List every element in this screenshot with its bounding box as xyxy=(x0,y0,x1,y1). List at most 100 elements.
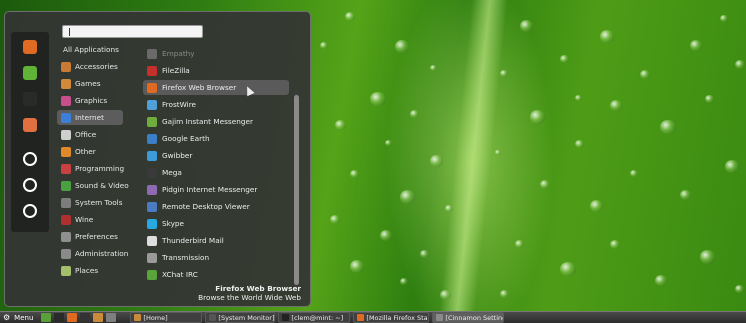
software-manager-icon[interactable] xyxy=(23,66,37,80)
water-drop xyxy=(575,95,582,102)
show-desktop-icon[interactable] xyxy=(41,313,52,322)
app-firefox-web-browser[interactable]: Firefox Web Browser xyxy=(143,80,289,95)
gear-icon: ⚙ xyxy=(3,313,11,322)
category-label: System Tools xyxy=(75,198,123,207)
apps-scrollbar-thumb[interactable] xyxy=(294,95,299,285)
other-icon xyxy=(61,146,71,157)
water-drop xyxy=(575,140,584,149)
games-icon xyxy=(61,78,71,89)
category-label: All Applications xyxy=(63,45,119,54)
category-all-applications[interactable]: All Applications xyxy=(57,42,123,57)
programming-icon xyxy=(61,163,71,174)
app-label: Transmission xyxy=(162,253,210,262)
app-transmission[interactable]: Transmission xyxy=(143,250,289,265)
taskbar-window-label: [clem@mint: ~] xyxy=(291,313,344,322)
water-drop xyxy=(660,120,676,135)
category-graphics[interactable]: Graphics xyxy=(57,93,123,108)
app-label: Pidgin Internet Messenger xyxy=(162,185,258,194)
sound-video-icon xyxy=(61,180,71,191)
app-empathy[interactable]: Empathy xyxy=(143,46,289,61)
terminal-icon[interactable] xyxy=(80,313,91,322)
app-gwibber[interactable]: Gwibber xyxy=(143,148,289,163)
category-label: Office xyxy=(75,130,97,139)
firefox-icon[interactable] xyxy=(23,40,37,54)
text-editor-icon[interactable] xyxy=(106,313,117,322)
shutdown-icon[interactable] xyxy=(23,204,37,218)
category-label: Accessories xyxy=(75,62,118,71)
water-drop xyxy=(590,200,603,212)
preferences-icon xyxy=(61,231,71,242)
taskbar-window[interactable]: [Mozilla Firefox Start... xyxy=(353,312,430,323)
category-sound-video[interactable]: Sound & Video xyxy=(57,178,129,193)
category-wine[interactable]: Wine xyxy=(57,212,123,227)
category-label: Other xyxy=(75,147,96,156)
frostwire-icon xyxy=(147,99,157,110)
remote-desktop-icon xyxy=(147,201,157,212)
search-input[interactable] xyxy=(62,25,203,38)
app-mega[interactable]: Mega xyxy=(143,165,289,180)
folder-icon xyxy=(134,314,142,321)
water-drop xyxy=(500,70,508,78)
category-administration[interactable]: Administration xyxy=(57,246,128,261)
lock-screen-icon[interactable] xyxy=(23,152,37,166)
leaf-vein xyxy=(438,0,508,323)
water-drop xyxy=(350,170,359,179)
category-internet[interactable]: Internet xyxy=(57,110,123,125)
internet-icon xyxy=(61,112,71,123)
category-preferences[interactable]: Preferences xyxy=(57,229,123,244)
app-google-earth[interactable]: Google Earth xyxy=(143,131,289,146)
office-icon xyxy=(61,129,71,140)
water-drop xyxy=(725,160,739,173)
menu-button[interactable]: ⚙ Menu xyxy=(0,312,37,323)
thunderbird-icon xyxy=(147,235,157,246)
app-frostwire[interactable]: FrostWire xyxy=(143,97,289,112)
app-remote-desktop-viewer[interactable]: Remote Desktop Viewer xyxy=(143,199,289,214)
places-icon xyxy=(61,265,71,276)
taskbar-window[interactable]: [System Monitor] xyxy=(205,312,276,323)
firefox-icon[interactable] xyxy=(67,313,78,322)
category-programming[interactable]: Programming xyxy=(57,161,124,176)
app-label: Mega xyxy=(162,168,182,177)
wine-icon xyxy=(61,214,71,225)
category-places[interactable]: Places xyxy=(57,263,123,278)
firefox-icon xyxy=(357,314,365,321)
firefox-icon xyxy=(147,82,157,93)
water-drop xyxy=(630,170,638,178)
category-other[interactable]: Other xyxy=(57,144,123,159)
category-accessories[interactable]: Accessories xyxy=(57,59,123,74)
category-system-tools[interactable]: System Tools xyxy=(57,195,123,210)
app-xchat-irc[interactable]: XChat IRC xyxy=(143,267,289,282)
water-drop xyxy=(700,250,715,264)
taskbar-window-label: [System Monitor] xyxy=(218,313,275,322)
system-monitor-icon xyxy=(209,314,217,321)
water-drop xyxy=(560,55,569,64)
water-drop xyxy=(610,100,622,111)
terminal-icon[interactable] xyxy=(54,313,65,322)
logout-icon[interactable] xyxy=(23,178,37,192)
category-office[interactable]: Office xyxy=(57,127,123,142)
files-icon[interactable] xyxy=(93,313,104,322)
app-description-title: Firefox Web Browser xyxy=(215,284,301,293)
water-drop xyxy=(335,120,346,130)
bottom-panel: ⚙ Menu [Home] [System Monitor] [clem@mint:… xyxy=(0,311,746,323)
terminal-icon[interactable] xyxy=(23,92,37,106)
taskbar-window[interactable]: [Cinnamon Settings] xyxy=(432,312,505,323)
gwibber-icon xyxy=(147,150,157,161)
app-pidgin-internet-messenger[interactable]: Pidgin Internet Messenger xyxy=(143,182,289,197)
taskbar-window[interactable]: [clem@mint: ~] xyxy=(278,312,351,323)
water-drop xyxy=(655,275,667,286)
search-tool-icon[interactable] xyxy=(23,118,37,132)
xchat-icon xyxy=(147,269,157,280)
app-label: Skype xyxy=(162,219,185,228)
app-thunderbird-mail[interactable]: Thunderbird Mail xyxy=(143,233,289,248)
accessories-icon xyxy=(61,61,71,72)
app-label: Gajim Instant Messenger xyxy=(162,117,253,126)
graphics-icon xyxy=(61,95,71,106)
administration-icon xyxy=(61,248,71,259)
app-skype[interactable]: Skype xyxy=(143,216,289,231)
water-drop xyxy=(515,240,524,249)
app-gajim-instant-messenger[interactable]: Gajim Instant Messenger xyxy=(143,114,289,129)
taskbar-window[interactable]: [Home] xyxy=(130,312,203,323)
app-filezilla[interactable]: FileZilla xyxy=(143,63,289,78)
category-games[interactable]: Games xyxy=(57,76,123,91)
